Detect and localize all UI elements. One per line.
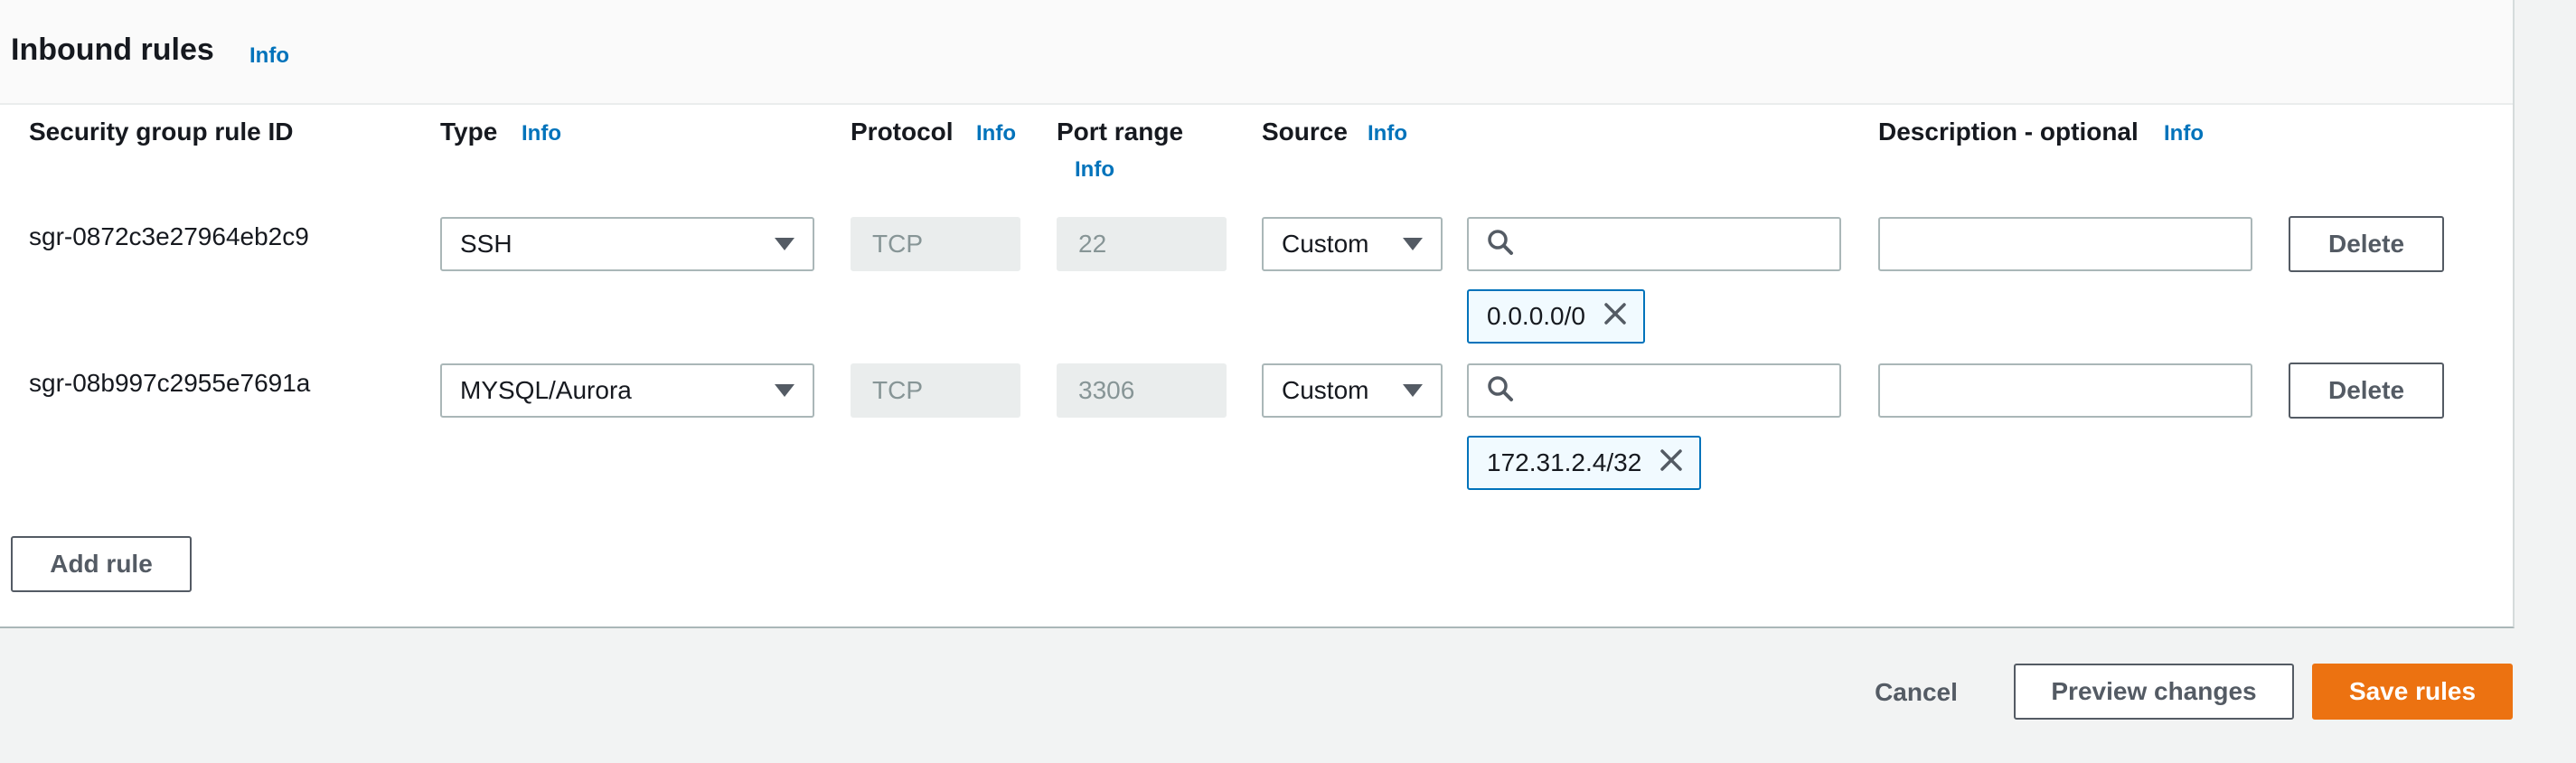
port-range-field: 22 [1057, 217, 1227, 271]
column-header-rule-id: Security group rule ID [29, 118, 294, 146]
cancel-button[interactable]: Cancel [1862, 664, 1970, 721]
description-info-link[interactable]: Info [2164, 121, 2204, 146]
source-info-link[interactable]: Info [1368, 121, 1407, 146]
preview-changes-button[interactable]: Preview changes [2014, 664, 2294, 720]
caret-down-icon [775, 238, 794, 250]
column-header-protocol: Protocol [851, 118, 954, 146]
panel-header: Inbound rules Info [0, 0, 2513, 105]
delete-button[interactable]: Delete [2289, 216, 2444, 272]
caret-down-icon [775, 384, 794, 397]
protocol-info-link[interactable]: Info [976, 121, 1016, 146]
source-select-value: Custom [1282, 376, 1369, 404]
source-search-input[interactable] [1467, 363, 1841, 418]
delete-button-label: Delete [2327, 376, 2405, 404]
source-select-value: Custom [1282, 230, 1369, 258]
preview-changes-button-label: Preview changes [2051, 677, 2257, 705]
port-range-value: 3306 [1078, 376, 1135, 404]
column-header-description: Description - optional [1878, 118, 2139, 146]
type-info-link[interactable]: Info [522, 121, 561, 146]
description-input[interactable] [1878, 217, 2252, 271]
protocol-field: TCP [851, 217, 1020, 271]
caret-down-icon [1403, 384, 1423, 397]
type-select-value: MYSQL/Aurora [460, 376, 632, 404]
save-rules-button[interactable]: Save rules [2312, 664, 2513, 720]
description-input[interactable] [1878, 363, 2252, 418]
cidr-token-label: 0.0.0.0/0 [1487, 302, 1585, 330]
cidr-token: 0.0.0.0/0 [1467, 289, 1645, 344]
port-range-field: 3306 [1057, 363, 1227, 418]
port-range-info-link[interactable]: Info [1075, 157, 1114, 183]
add-rule-button[interactable]: Add rule [11, 536, 192, 592]
save-rules-button-label: Save rules [2348, 677, 2477, 705]
inbound-rules-panel: Inbound rules Info Security group rule I… [0, 0, 2515, 628]
rule-id: sgr-08b997c2955e7691a [29, 369, 311, 397]
delete-button-label: Delete [2327, 230, 2405, 258]
panel-info-link[interactable]: Info [249, 43, 289, 69]
protocol-field: TCP [851, 363, 1020, 418]
port-range-value: 22 [1078, 230, 1107, 258]
protocol-value: TCP [872, 230, 923, 258]
protocol-value: TCP [872, 376, 923, 404]
delete-button[interactable]: Delete [2289, 363, 2444, 419]
cancel-button-label: Cancel [1875, 678, 1958, 706]
cidr-token: 172.31.2.4/32 [1467, 436, 1702, 490]
source-select[interactable]: Custom [1262, 217, 1443, 271]
source-select[interactable]: Custom [1262, 363, 1443, 418]
panel-title: Inbound rules [11, 33, 214, 67]
column-header-source: Source [1262, 118, 1348, 146]
source-search-input[interactable] [1467, 217, 1841, 271]
type-select[interactable]: SSH [440, 217, 814, 271]
type-select-value: SSH [460, 230, 512, 258]
type-select[interactable]: MYSQL/Aurora [440, 363, 814, 418]
cidr-token-label: 172.31.2.4/32 [1487, 448, 1642, 476]
search-icon [1487, 229, 1514, 260]
close-icon[interactable] [1603, 302, 1627, 332]
caret-down-icon [1403, 238, 1423, 250]
search-icon [1487, 375, 1514, 407]
add-rule-button-label: Add rule [50, 550, 153, 578]
column-header-port-range: Port range [1057, 118, 1184, 146]
close-icon[interactable] [1659, 448, 1683, 478]
column-header-type: Type [440, 118, 498, 146]
rule-id: sgr-0872c3e27964eb2c9 [29, 222, 309, 250]
